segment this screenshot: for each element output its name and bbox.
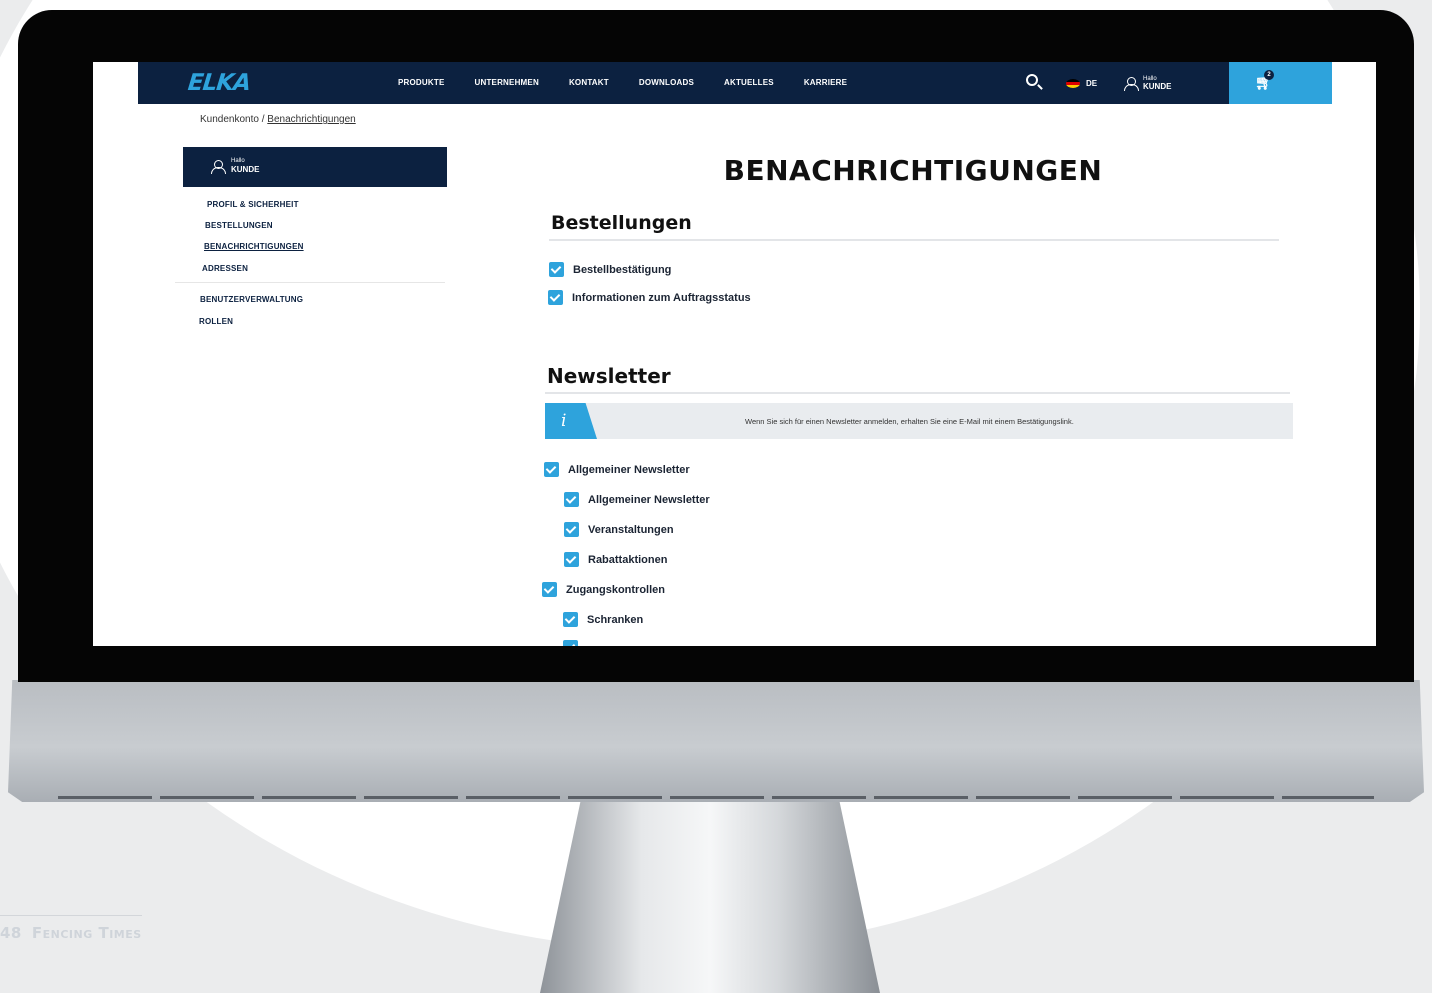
orders-section-divider [549, 239, 1279, 241]
newsletter-info-banner: i Wenn Sie sich für einen Newsletter anm… [545, 403, 1293, 439]
elka-logo[interactable]: ELKA [187, 70, 252, 96]
checkbox-partially-visible[interactable] [563, 640, 578, 646]
checkbox-checked[interactable] [542, 582, 557, 597]
checkbox-checked[interactable] [548, 290, 563, 305]
cart-button[interactable]: 🛒︎ 2 [1229, 62, 1332, 104]
checkbox-allgemeiner-newsletter[interactable]: Allgemeiner Newsletter [564, 492, 710, 507]
newsletter-section-title: Newsletter [547, 364, 671, 388]
sidebar-item-adressen[interactable]: ADRESSEN [202, 264, 248, 273]
nav-karriere[interactable]: KARRIERE [804, 78, 847, 87]
top-navigation-bar: ELKA PRODUKTE UNTERNEHMEN KONTAKT DOWNLO… [138, 62, 1332, 104]
checkbox-checked[interactable] [564, 552, 579, 567]
info-text: Wenn Sie sich für einen Newsletter anmel… [745, 417, 1074, 426]
account-header: Hallo KUNDE [183, 147, 447, 187]
header-user-name[interactable]: KUNDE [1143, 82, 1171, 91]
checkbox-bestellbestaetigung[interactable]: Bestellbestätigung [549, 262, 671, 277]
sidebar-item-benutzerverwaltung[interactable]: BENUTZERVERWALTUNG [200, 295, 303, 304]
checkbox-checked[interactable] [563, 612, 578, 627]
checkbox-schranken[interactable]: Schranken [563, 612, 643, 627]
breadcrumb-current[interactable]: Benachrichtigungen [267, 114, 355, 125]
checkbox-label: Schranken [587, 613, 644, 626]
monitor-bezel: ELKA PRODUKTE UNTERNEHMEN KONTAKT DOWNLO… [18, 10, 1414, 682]
checkbox-auftragsstatus[interactable]: Informationen zum Auftragsstatus [548, 290, 751, 305]
sidebar-item-benachrichtigungen[interactable]: BENACHRICHTIGUNGEN [204, 242, 304, 251]
checkbox-label: Allgemeiner Newsletter [568, 463, 690, 476]
checkbox-checked[interactable] [544, 462, 559, 477]
search-icon[interactable] [1026, 74, 1038, 86]
magazine-title: Fencing Times [31, 924, 142, 942]
chin-seam [58, 796, 1374, 799]
checkbox-allgemeiner-newsletter-group[interactable]: Allgemeiner Newsletter [544, 462, 690, 477]
checkbox-checked[interactable] [549, 262, 564, 277]
monitor-chin [8, 680, 1424, 802]
account-user-icon [211, 160, 226, 174]
main-nav: PRODUKTE UNTERNEHMEN KONTAKT DOWNLOADS A… [398, 78, 877, 87]
screen: ELKA PRODUKTE UNTERNEHMEN KONTAKT DOWNLO… [93, 62, 1376, 646]
sidebar-divider [175, 282, 445, 283]
checkbox-label: Veranstaltungen [588, 523, 674, 536]
checkbox-label: Zugangskontrollen [566, 583, 665, 596]
nav-unternehmen[interactable]: UNTERNEHMEN [475, 78, 539, 87]
sidebar-hello: Hallo [231, 158, 245, 164]
checkbox-rabattaktionen[interactable]: Rabattaktionen [564, 552, 667, 567]
user-icon[interactable] [1124, 77, 1139, 91]
checkbox-checked[interactable] [563, 640, 578, 646]
page-title: BENACHRICHTIGUNGEN [723, 154, 1103, 187]
checkbox-label: Rabattaktionen [588, 553, 668, 566]
checkbox-label: Bestellbestätigung [573, 263, 672, 276]
magazine-footer: 48 Fencing Times [0, 915, 142, 942]
orders-section-title: Bestellungen [551, 212, 692, 234]
sidebar-item-rollen[interactable]: ROLLEN [199, 317, 233, 326]
nav-downloads[interactable]: DOWNLOADS [639, 78, 694, 87]
language-selector[interactable]: DE [1086, 79, 1097, 88]
nav-produkte[interactable]: PRODUKTE [398, 78, 445, 87]
checkbox-label: Informationen zum Auftragsstatus [572, 291, 751, 304]
info-icon: i [561, 411, 567, 431]
sidebar-item-bestellungen[interactable]: BESTELLUNGEN [205, 221, 273, 230]
checkbox-checked[interactable] [564, 492, 579, 507]
cart-count-badge: 2 [1264, 70, 1274, 80]
german-flag-icon[interactable] [1066, 79, 1080, 88]
newsletter-section-divider [545, 392, 1290, 394]
checkbox-checked[interactable] [564, 522, 579, 537]
checkbox-zugangskontrollen[interactable]: Zugangskontrollen [542, 582, 665, 597]
monitor-stand [540, 800, 880, 993]
checkbox-label: Allgemeiner Newsletter [588, 493, 710, 506]
sidebar-item-profil[interactable]: PROFIL & SICHERHEIT [207, 200, 299, 209]
breadcrumb-root[interactable]: Kundenkonto [200, 114, 259, 125]
sidebar-user-name: KUNDE [231, 165, 260, 174]
page-number: 48 [0, 924, 22, 942]
info-badge: i [545, 403, 597, 439]
breadcrumb: Kundenkonto / Benachrichtigungen [200, 114, 356, 125]
checkbox-veranstaltungen[interactable]: Veranstaltungen [564, 522, 674, 537]
nav-aktuelles[interactable]: AKTUELLES [724, 78, 774, 87]
nav-kontakt[interactable]: KONTAKT [569, 78, 609, 87]
